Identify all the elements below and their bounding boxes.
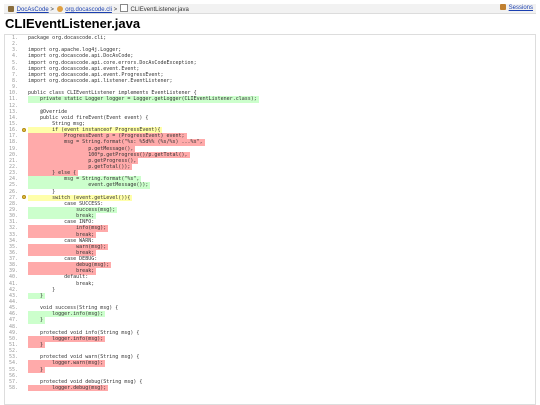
code-text: logger.debug(msg); [28,385,109,392]
branch-coverage-icon[interactable] [21,127,26,132]
sessions-link-wrap: Sessions [499,4,533,13]
page-title: CLIEventListener.java [5,16,141,31]
source-file-icon [119,4,128,12]
breadcrumb-bar: DocAsCode > org.docascode.cli > CLIEvent… [4,4,536,14]
source-code-listing: 1. package org.docascode.cli; 2. 3. import o… [4,34,536,405]
report-icon [8,6,14,12]
breadcrumb-package-link[interactable]: org.docascode.cli [65,7,112,13]
breadcrumb-separator-2: > [113,7,118,13]
code-line: 58. logger.debug(msg); [5,385,535,392]
breadcrumb-separator: > [50,7,54,13]
line-number: 58. [8,385,18,392]
sessions-link[interactable]: Sessions [509,5,533,11]
breadcrumb-report-link[interactable]: DocAsCode [17,7,49,13]
breadcrumb-file: CLIEventListener.java [130,7,189,13]
branch-coverage-icon[interactable] [21,195,26,200]
sessions-icon [499,4,506,10]
breadcrumb: DocAsCode > org.docascode.cli > CLIEvent… [7,4,189,15]
package-icon [56,6,63,12]
